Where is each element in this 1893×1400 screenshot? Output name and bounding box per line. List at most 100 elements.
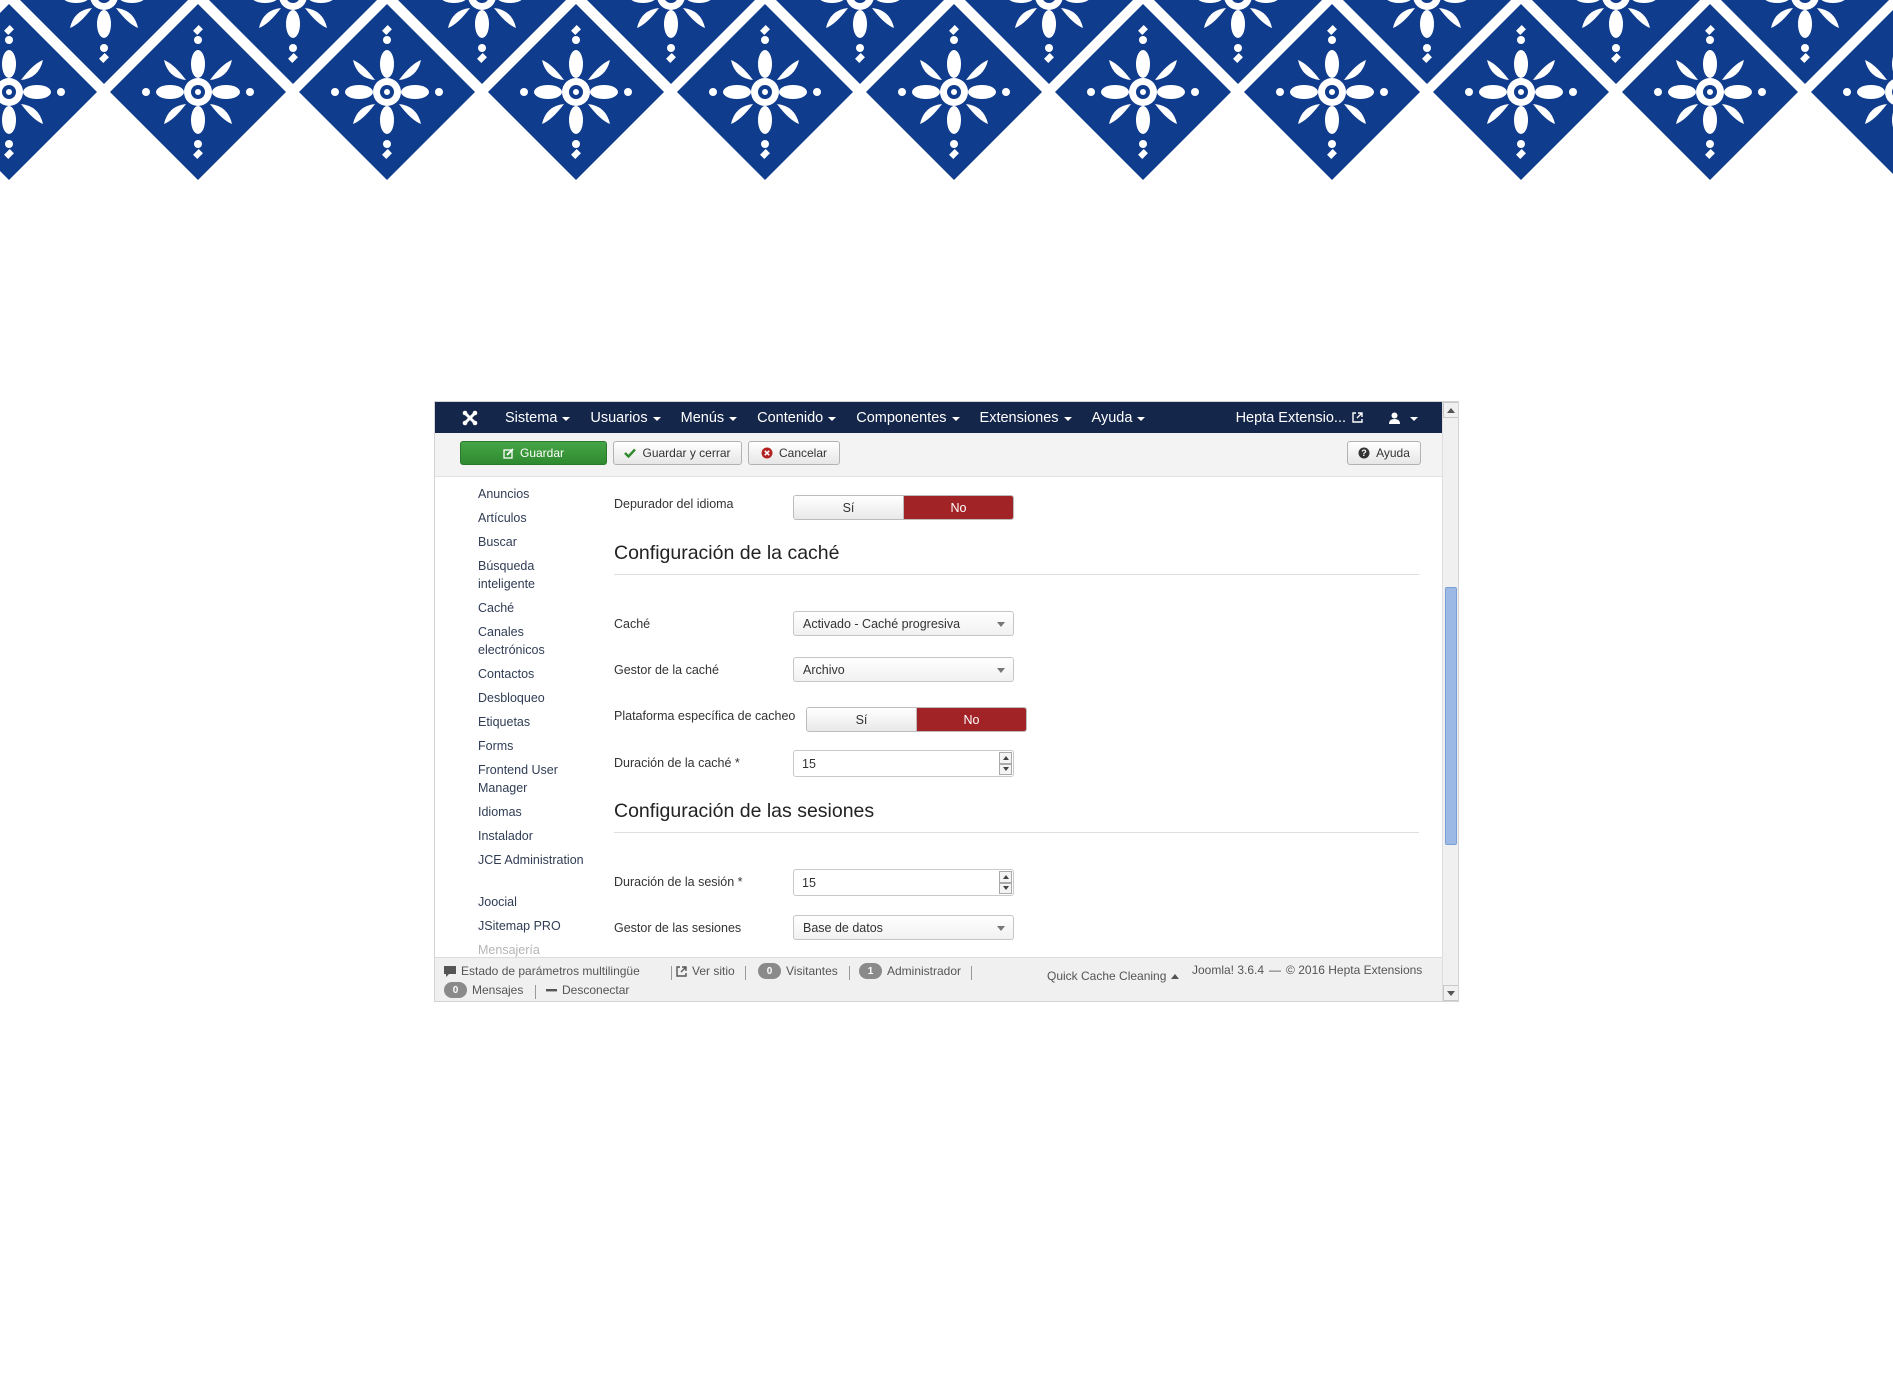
caret-up-icon: [1171, 973, 1180, 979]
save-label: Guardar: [519, 446, 565, 460]
user-menu[interactable]: [1389, 412, 1418, 424]
cache-handler-select[interactable]: Archivo: [793, 657, 1014, 682]
sidebar-item-forms[interactable]: Forms: [478, 737, 588, 755]
caret-down-icon: [562, 416, 571, 421]
scroll-up-icon[interactable]: [1443, 402, 1458, 418]
multilang-label: Estado de parámetros multilingüe: [461, 964, 640, 978]
cache-time-input[interactable]: 15: [793, 750, 1014, 777]
spin-down-icon[interactable]: [999, 882, 1012, 894]
dash-separator: —: [1269, 963, 1282, 977]
cancel-button[interactable]: Cancelar: [748, 441, 840, 465]
language-debug-toggle: Sí No: [793, 495, 1014, 520]
visitors-status[interactable]: 0 Visitantes: [758, 963, 838, 979]
language-debug-label: Depurador del idioma: [614, 497, 734, 511]
session-section-divider: [614, 832, 1419, 833]
menu-label: Componentes: [856, 409, 947, 426]
menu-extensiones[interactable]: Extensiones: [970, 410, 1082, 426]
sidebar-item-jsitemap-pro[interactable]: JSitemap PRO: [478, 917, 588, 935]
scrollbar-thumb[interactable]: [1445, 587, 1457, 845]
view-site-link[interactable]: Ver sitio: [676, 964, 735, 978]
sidebar-item-desbloqueo[interactable]: Desbloqueo: [478, 689, 588, 707]
menu-sistema[interactable]: Sistema: [495, 410, 580, 426]
session-handler-value: Base de datos: [803, 920, 883, 935]
joomla-logo-icon[interactable]: [455, 402, 485, 433]
cache-handler-value: Archivo: [803, 662, 845, 677]
status-separator: [535, 985, 536, 999]
menu-label: Extensiones: [979, 409, 1059, 426]
menu-componentes[interactable]: Componentes: [846, 410, 969, 426]
status-separator: [745, 966, 746, 980]
platform-cache-no[interactable]: No: [917, 708, 1026, 731]
caret-down-icon: [652, 416, 661, 421]
sidebar-item-anuncios[interactable]: Anuncios: [478, 485, 588, 503]
top-navbar: Sistema Usuarios Menús Contenido Compone…: [435, 402, 1442, 433]
dropdown-arrow-icon: [997, 622, 1005, 627]
sidebar-item-joocial[interactable]: Joocial: [478, 893, 588, 911]
site-link[interactable]: Hepta Extensio...: [1236, 410, 1363, 426]
sidebar-item-articulos[interactable]: Artículos: [478, 509, 588, 527]
admin-window: Sistema Usuarios Menús Contenido Compone…: [434, 401, 1459, 1002]
spin-up-icon[interactable]: [999, 871, 1012, 883]
sidebar-item-contactos[interactable]: Contactos: [478, 665, 588, 683]
save-button[interactable]: Guardar: [460, 441, 607, 465]
help-button[interactable]: ? Ayuda: [1347, 441, 1421, 465]
spin-down-icon[interactable]: [999, 763, 1012, 775]
cancel-label: Cancelar: [778, 446, 828, 460]
menu-usuarios[interactable]: Usuarios: [580, 410, 670, 426]
messages-status[interactable]: 0 Mensajes: [444, 982, 523, 998]
edit-icon: [503, 447, 514, 459]
cache-time-value: 15: [802, 756, 816, 771]
user-icon: [1389, 412, 1400, 424]
language-debug-no[interactable]: No: [904, 496, 1013, 519]
session-handler-label: Gestor de las sesiones: [614, 921, 742, 935]
multilang-status-link[interactable]: Estado de parámetros multilingüe: [444, 964, 640, 978]
version-label: Joomla! 3.6.4: [1192, 963, 1265, 977]
sidebar-item-etiquetas[interactable]: Etiquetas: [478, 713, 588, 731]
spin-up-icon[interactable]: [999, 752, 1012, 764]
session-handler-select[interactable]: Base de datos: [793, 915, 1014, 940]
sidebar-item-mensajeria[interactable]: Mensajería: [478, 941, 588, 957]
session-time-value: 15: [802, 875, 816, 890]
menu-contenido[interactable]: Contenido: [747, 410, 846, 426]
sidebar-item-frontend-user-manager[interactable]: Frontend User Manager: [478, 761, 588, 797]
sidebar-item-cache[interactable]: Caché: [478, 599, 588, 617]
sidebar-item-busqueda-inteligente[interactable]: Búsqueda inteligente: [478, 557, 588, 593]
menu-label: Contenido: [757, 409, 824, 426]
admins-status[interactable]: 1 Administrador: [859, 963, 961, 979]
platform-cache-label: Plataforma específica de cacheo: [614, 709, 796, 723]
help-label: Ayuda: [1376, 446, 1410, 460]
platform-cache-toggle: Sí No: [806, 707, 1027, 732]
menu-label: Menús: [680, 409, 725, 426]
decorative-tile-banner: [0, 0, 1893, 184]
status-bar: Estado de parámetros multilingüe Ver sit…: [435, 957, 1442, 1001]
cache-select[interactable]: Activado - Caché progresiva: [793, 611, 1014, 636]
session-section-title: Configuración de las sesiones: [614, 800, 875, 822]
menu-label: Usuarios: [590, 409, 648, 426]
navbar-right: Hepta Extensio...: [1236, 410, 1442, 426]
sidebar-item-jce-administration[interactable]: JCE Administration: [478, 851, 588, 869]
cancel-circle-icon: [761, 447, 773, 459]
menu-ayuda[interactable]: Ayuda: [1082, 410, 1156, 426]
external-link-icon: [676, 965, 687, 977]
sidebar-item-instalador[interactable]: Instalador: [478, 827, 588, 845]
session-time-input[interactable]: 15: [793, 869, 1014, 896]
logout-link[interactable]: Desconectar: [546, 983, 629, 997]
scroll-down-icon[interactable]: [1443, 985, 1458, 1001]
language-debug-yes[interactable]: Sí: [794, 496, 904, 519]
save-close-button[interactable]: Guardar y cerrar: [613, 441, 742, 465]
quick-cache-cleaning-menu[interactable]: Quick Cache Cleaning: [1047, 969, 1180, 983]
sidebar-item-buscar[interactable]: Buscar: [478, 533, 588, 551]
menu-menus[interactable]: Menús: [671, 410, 748, 426]
check-icon: [624, 448, 637, 458]
sidebar-item-canales-electronicos[interactable]: Canales electrónicos: [478, 623, 588, 659]
save-close-label: Guardar y cerrar: [642, 446, 731, 460]
platform-cache-yes[interactable]: Sí: [807, 708, 917, 731]
admins-label: Administrador: [887, 964, 962, 978]
vertical-scrollbar[interactable]: [1442, 402, 1458, 1001]
site-link-label: Hepta Extensio...: [1235, 409, 1346, 426]
sidebar-item-idiomas[interactable]: Idiomas: [478, 803, 588, 821]
session-time-label: Duración de la sesión *: [614, 875, 743, 889]
cache-select-value: Activado - Caché progresiva: [803, 616, 961, 631]
main-menu: Sistema Usuarios Menús Contenido Compone…: [495, 410, 1155, 426]
cache-time-label: Duración de la caché *: [614, 756, 740, 770]
